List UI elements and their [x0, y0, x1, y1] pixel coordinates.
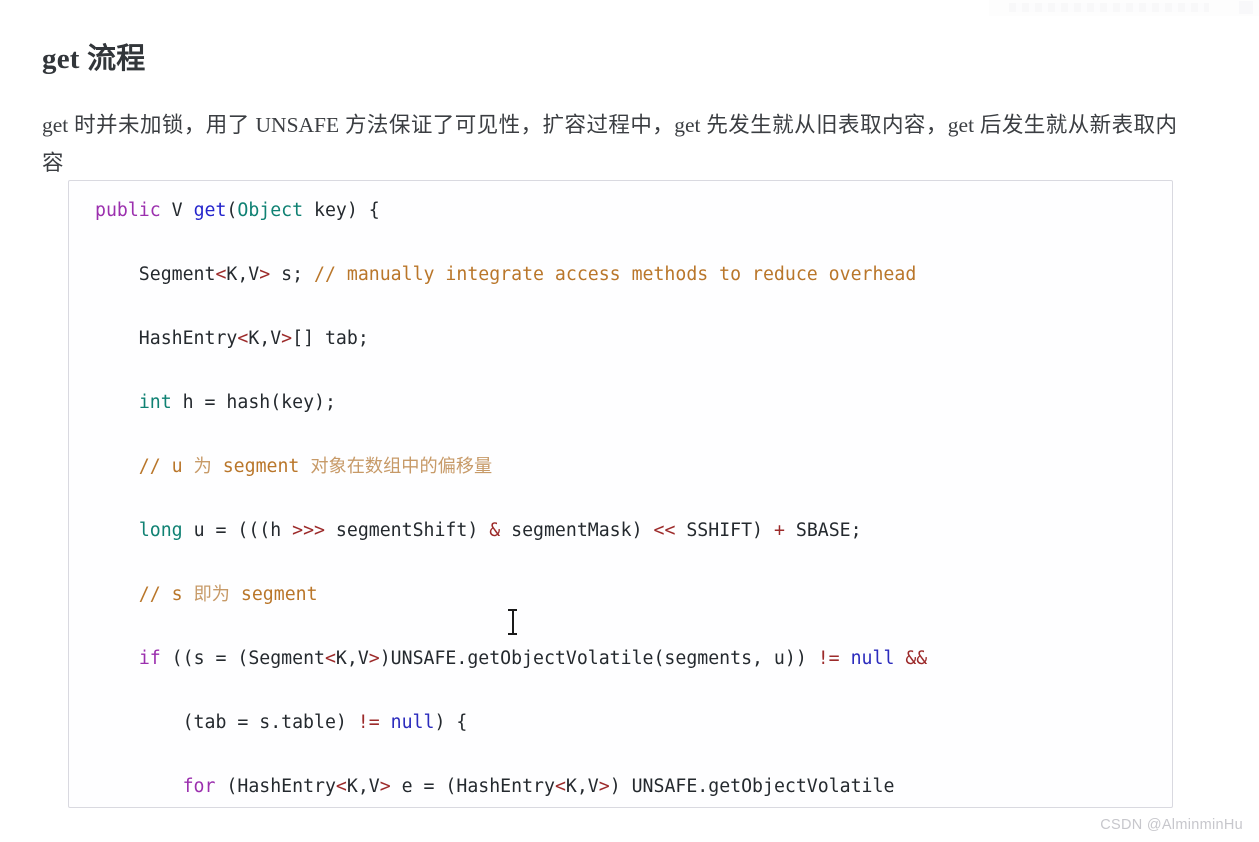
code-line: Segment<K,V> s; // manually integrate ac…	[95, 259, 1162, 291]
code-token: >	[379, 776, 391, 797]
code-token: null	[850, 648, 895, 669]
code-line: for (HashEntry<K,V> e = (HashEntry<K,V>)…	[95, 771, 1162, 803]
code-token: if	[138, 648, 161, 669]
code-token: u = (((h	[182, 520, 293, 541]
code-token: &&	[905, 648, 928, 669]
code-line: HashEntry<K,V>[] tab;	[95, 323, 1162, 355]
code-token: public	[95, 200, 161, 221]
intro-paragraph: get 时并未加锁，用了 UNSAFE 方法保证了可见性，扩容过程中，get 先…	[42, 112, 1177, 175]
code-line: public V get(Object key) {	[95, 195, 1162, 227]
code-token: >	[598, 776, 610, 797]
code-token: [] tab;	[292, 328, 369, 349]
code-token: Segment	[95, 264, 216, 285]
code-token: segment	[211, 456, 311, 477]
code-token: >	[281, 328, 293, 349]
code-token: segment	[229, 584, 318, 605]
code-token: get	[193, 200, 227, 221]
code-line: // u 为 segment 对象在数组中的偏移量	[95, 451, 1162, 483]
code-token: <	[237, 328, 249, 349]
code-token: Object	[237, 200, 304, 221]
code-token: ) UNSAFE.getObjectVolatile	[609, 776, 895, 797]
code-token: segmentShift)	[324, 520, 490, 541]
code-line: long u = (((h >>> segmentShift) & segmen…	[95, 515, 1162, 547]
code-token: !=	[357, 712, 380, 733]
code-line: if ((s = (Segment<K,V>)UNSAFE.getObjectV…	[95, 643, 1162, 675]
code-token: V	[160, 200, 194, 221]
code-token: 对象在数组中的偏移量	[310, 456, 493, 477]
code-token: (	[226, 200, 238, 221]
code-token: s;	[270, 264, 315, 285]
code-token: ((s = (Segment	[160, 648, 325, 669]
code-token: <	[554, 776, 566, 797]
code-block[interactable]: public V get(Object key) { Segment<K,V> …	[68, 180, 1173, 808]
code-token: K,V	[335, 648, 369, 669]
article-page: get 流程 get 时并未加锁，用了 UNSAFE 方法保证了可见性，扩容过程…	[0, 0, 1259, 842]
watermark: CSDN @AlminminHu	[1100, 817, 1243, 833]
code-token: // manually integrate access methods to …	[314, 264, 917, 285]
code-token: !=	[817, 648, 840, 669]
code-token: &	[489, 520, 501, 541]
code-token: )UNSAFE.getObjectVolatile(segments, u))	[379, 648, 818, 669]
code-token: (tab = s.table)	[95, 712, 358, 733]
code-line: int h = hash(key);	[95, 387, 1162, 419]
code-token: K,V	[226, 264, 260, 285]
code-token: <	[324, 648, 336, 669]
page-title: get 流程	[42, 43, 146, 76]
top-edge-ghost-box	[1239, 1, 1253, 14]
code-token: // s	[95, 584, 194, 605]
code-token: int	[138, 392, 172, 413]
code-token: // u	[95, 456, 194, 477]
code-token: K,V	[248, 328, 282, 349]
top-edge-artifact	[989, 0, 1259, 16]
code-token: >	[259, 264, 271, 285]
code-token: >	[368, 648, 380, 669]
code-token: e = (HashEntry	[390, 776, 555, 797]
code-token: +	[773, 520, 785, 541]
top-edge-ghost-text	[1009, 3, 1209, 12]
code-token: 为	[193, 456, 212, 477]
code-line: (tab = s.table) != null) {	[95, 707, 1162, 739]
code-token: <<	[653, 520, 676, 541]
code-token: segmentMask)	[500, 520, 654, 541]
code-token: SBASE;	[784, 520, 862, 541]
code-line: // s 即为 segment	[95, 579, 1162, 611]
code-content[interactable]: public V get(Object key) { Segment<K,V> …	[69, 181, 1172, 807]
code-token: 即为	[193, 584, 230, 605]
code-token: null	[390, 712, 435, 733]
code-token: <	[215, 264, 227, 285]
code-token: for	[182, 776, 216, 797]
code-token: >>>	[292, 520, 325, 541]
code-token: key) {	[303, 200, 380, 221]
code-token: ) {	[434, 712, 468, 733]
code-token: HashEntry	[95, 328, 238, 349]
code-token: K,V	[565, 776, 599, 797]
code-token: <	[335, 776, 347, 797]
code-token: (HashEntry	[215, 776, 336, 797]
code-token: long	[138, 520, 183, 541]
code-token: h = hash(key);	[171, 392, 336, 413]
code-token: SSHIFT)	[675, 520, 774, 541]
code-token: K,V	[346, 776, 380, 797]
